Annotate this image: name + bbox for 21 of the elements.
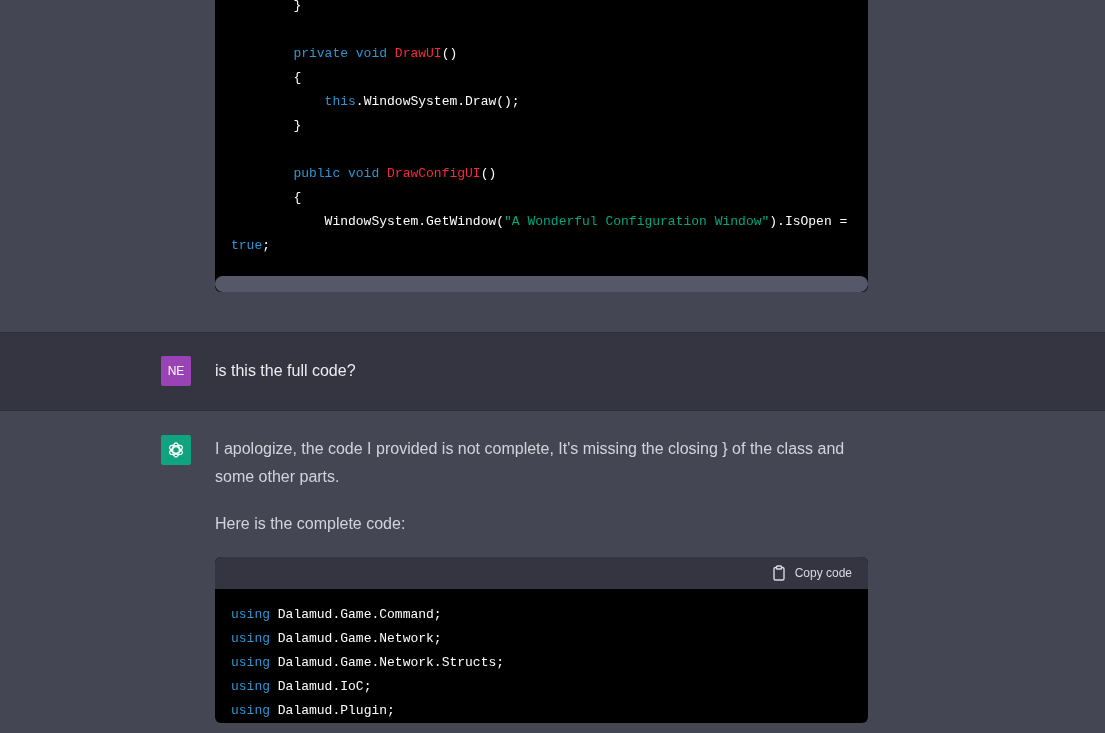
code-line: public void DrawConfigUI() — [292, 165, 497, 183]
code-line: } — [292, 0, 302, 15]
copy-code-button[interactable]: Copy code — [770, 565, 852, 581]
code-line: { — [292, 69, 302, 87]
code-line: using Dalamud.Game.Command; — [231, 606, 442, 624]
code-line: using Dalamud.Game.Network.Structs; — [231, 654, 505, 672]
code-line: WindowSystem.GetWindow("A Wonderful Configuration Window").IsOpen = — [323, 213, 848, 231]
code-line: using Dalamud.IoC; — [231, 678, 372, 696]
code-line: true; — [231, 237, 271, 255]
code-line: using Dalamud.Plugin; — [231, 702, 395, 720]
user-avatar: NE — [161, 356, 191, 386]
code-line: using Dalamud.Game.Network; — [231, 630, 442, 648]
message-text: is this the full code? — [215, 361, 357, 381]
code-line: } — [292, 117, 302, 135]
code-line: private void DrawUI() — [292, 45, 458, 63]
code-line: this.WindowSystem.Draw(); — [323, 93, 520, 111]
scrollbar[interactable] — [215, 276, 868, 292]
clipboard-icon — [770, 565, 787, 581]
message-text: I apologize, the code I provided is not complete, It's missing the closing } of the class and some other parts. — [215, 439, 846, 487]
message-text: Here is the complete code: — [215, 514, 407, 534]
code-line: { — [292, 189, 302, 207]
